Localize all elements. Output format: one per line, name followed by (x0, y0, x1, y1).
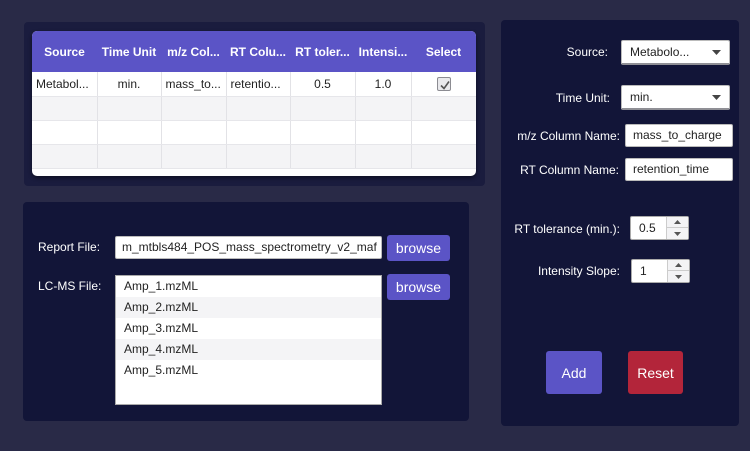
table-header-row: Source Time Unit m/z Col... RT Colu... R… (32, 31, 476, 72)
intensity-slope-spinner[interactable]: 1 (631, 259, 690, 283)
table-row (32, 96, 476, 121)
rt-tolerance-value: 0.5 (639, 221, 656, 235)
intensity-slope-value: 1 (640, 264, 647, 278)
mz-column-label: m/z Column Name: (517, 129, 620, 143)
rt-tolerance-spinner[interactable]: 0.5 (630, 216, 689, 240)
table-row (32, 120, 476, 145)
rt-column-input[interactable]: retention_time (625, 158, 733, 181)
rt-column-label: RT Column Name: (520, 163, 619, 177)
col-header-source[interactable]: Source (32, 31, 97, 72)
col-header-rt-tolerance[interactable]: RT toler... (290, 31, 355, 72)
col-header-mz-column[interactable]: m/z Col... (161, 31, 226, 72)
lcms-file-list[interactable]: Amp_1.mzML Amp_2.mzML Amp_3.mzML Amp_4.m… (115, 275, 382, 405)
increment-button[interactable] (668, 260, 689, 271)
chevron-down-icon (675, 274, 682, 279)
chevron-up-icon (675, 263, 682, 267)
intensity-slope-label: Intensity Slope: (537, 264, 620, 278)
col-header-intensity[interactable]: Intensi... (355, 31, 411, 72)
chevron-down-icon (712, 95, 721, 100)
table-row[interactable]: Metabol... min. mass_to... retentio... 0… (32, 72, 476, 97)
decrement-button[interactable] (668, 271, 689, 282)
select-checkbox[interactable] (436, 77, 451, 92)
list-item[interactable]: Amp_1.mzML (116, 276, 381, 297)
list-item[interactable]: Amp_2.mzML (116, 297, 381, 318)
report-file-input[interactable]: m_mtbls484_POS_mass_spectrometry_v2_maf (115, 236, 382, 259)
chevron-up-icon (674, 220, 681, 224)
report-browse-button[interactable]: browse (387, 235, 450, 261)
table-row (32, 144, 476, 169)
rt-tolerance-label: RT tolerance (min.): (514, 222, 620, 236)
cell-intensity: 1.0 (355, 72, 412, 97)
list-item[interactable]: Amp_5.mzML (116, 360, 381, 381)
source-select-value: Metabolo... (630, 45, 690, 59)
entries-table: Source Time Unit m/z Col... RT Colu... R… (32, 31, 476, 176)
time-unit-label: Time Unit: (555, 91, 610, 105)
lcms-browse-button[interactable]: browse (387, 274, 450, 300)
mz-column-input[interactable]: mass_to_charge (625, 124, 733, 147)
col-header-rt-column[interactable]: RT Colu... (226, 31, 290, 72)
cell-select (411, 72, 476, 97)
checkmark-icon (440, 81, 450, 90)
list-item[interactable]: Amp_4.mzML (116, 339, 381, 360)
col-header-time-unit[interactable]: Time Unit (97, 31, 161, 72)
report-file-label: Report File: (38, 240, 101, 254)
lcms-file-label: LC-MS File: (38, 279, 102, 293)
cell-source: Metabol... (32, 72, 98, 97)
reset-button[interactable]: Reset (628, 351, 683, 394)
list-item[interactable]: Amp_3.mzML (116, 318, 381, 339)
time-unit-select[interactable]: min. (621, 85, 730, 110)
source-label: Source: (566, 45, 608, 59)
cell-rt-tolerance: 0.5 (290, 72, 356, 97)
time-unit-select-value: min. (630, 90, 653, 104)
cell-rt-column: retentio... (226, 72, 291, 97)
col-header-select[interactable]: Select (411, 31, 476, 72)
increment-button[interactable] (667, 217, 688, 228)
cell-time-unit: min. (97, 72, 162, 97)
decrement-button[interactable] (667, 228, 688, 239)
cell-mz-column: mass_to... (161, 72, 227, 97)
chevron-down-icon (674, 231, 681, 236)
add-button[interactable]: Add (546, 351, 602, 394)
source-select[interactable]: Metabolo... (621, 40, 730, 65)
chevron-down-icon (712, 50, 721, 55)
